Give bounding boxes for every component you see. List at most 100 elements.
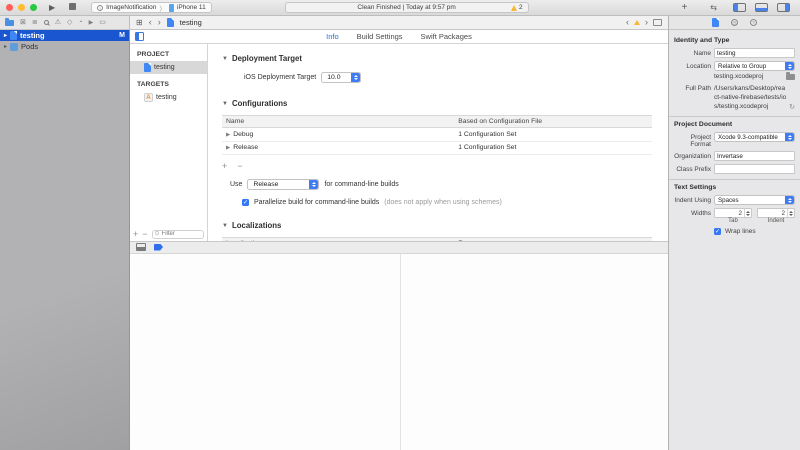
stepper-value: 2 [715, 210, 744, 217]
disclosure-triangle-icon[interactable]: ▸ [4, 32, 7, 39]
section-title: Localizations [232, 221, 281, 230]
section-title: Configurations [232, 99, 287, 108]
popup-arrows-icon [785, 133, 794, 141]
filter-field[interactable]: ⊙ [152, 230, 204, 239]
editor-layout-icon[interactable] [653, 19, 662, 26]
issue-navigator-icon[interactable]: ⚠ [55, 19, 61, 26]
parallelize-label: Parallelize build for command-line build… [254, 199, 379, 206]
project-file-icon [10, 31, 17, 40]
column-header-config-file[interactable]: Based on Configuration File [454, 116, 652, 128]
tab-info[interactable]: Info [326, 32, 339, 41]
breakpoint-navigator-icon[interactable]: ▶ [89, 20, 94, 26]
debug-area-divider[interactable] [400, 254, 401, 450]
project-format-popup[interactable]: Xcode 9.3-compatible [714, 132, 795, 142]
collapse-section-icon[interactable]: ▼ [222, 223, 228, 229]
disclosure-triangle-icon[interactable]: ▶ [226, 132, 230, 138]
organization-field[interactable] [714, 151, 795, 161]
zoom-window-button[interactable] [30, 4, 37, 11]
editor-arrangement-icon[interactable]: ⇆ [710, 4, 717, 12]
tab-build-settings[interactable]: Build Settings [357, 32, 403, 41]
run-button[interactable]: ▶ [49, 4, 55, 12]
organization-label: Organization [674, 151, 714, 160]
minimize-window-button[interactable] [18, 4, 25, 11]
tab-swift-packages[interactable]: Swift Packages [421, 32, 472, 41]
related-items-icon[interactable]: ⊞ [136, 19, 143, 27]
widths-label: Widths [674, 208, 714, 217]
reveal-path-icon[interactable]: ↻ [789, 104, 795, 111]
open-in-finder-icon[interactable] [786, 74, 795, 80]
ios-deployment-target-popup[interactable]: 10.0 [321, 72, 361, 83]
warning-count-button[interactable]: 2 [511, 4, 523, 11]
stepper-arrows-icon[interactable] [787, 209, 794, 217]
column-header-name[interactable]: Name [222, 116, 454, 128]
file-inspector-icon[interactable] [712, 18, 719, 27]
go-forward-button[interactable]: › [158, 18, 161, 27]
go-back-button[interactable]: ‹ [149, 18, 152, 27]
jumpbar-file-name[interactable]: testing [180, 18, 202, 27]
navigator-item-pods[interactable]: ▸ Pods [0, 41, 129, 52]
debug-navigator-icon[interactable]: ◔ [78, 19, 82, 26]
project-header: PROJECT [130, 44, 207, 61]
collapse-section-icon[interactable]: ▼ [222, 101, 228, 107]
add-target-button[interactable]: + [133, 230, 138, 239]
report-navigator-icon[interactable]: ▭ [99, 19, 106, 26]
previous-issue-button[interactable]: ‹ [626, 18, 629, 27]
source-control-navigator-icon[interactable]: ⊠ [20, 19, 26, 26]
section-title: Deployment Target [232, 54, 302, 63]
name-field[interactable] [714, 48, 795, 58]
table-row[interactable]: ▶Debug 1 Configuration Set [222, 128, 652, 142]
parallelize-checkbox[interactable] [242, 199, 249, 206]
use-label: Use [230, 181, 242, 188]
stop-button[interactable] [69, 3, 76, 12]
symbol-navigator-icon[interactable]: ≣ [32, 19, 38, 26]
editor-header: Info Build Settings Swift Packages [130, 30, 668, 44]
full-path-label: Full Path [674, 83, 714, 92]
tab-caption: Tab [714, 218, 752, 224]
navigator-item-label: testing [20, 31, 45, 40]
project-item-testing[interactable]: testing [130, 61, 207, 74]
stepper-arrows-icon[interactable] [744, 209, 751, 217]
toggle-navigator-button[interactable] [733, 3, 746, 12]
project-item-label: testing [154, 64, 175, 71]
add-configuration-button[interactable]: + [222, 162, 227, 171]
hide-debug-area-icon[interactable] [136, 243, 146, 251]
find-navigator-icon[interactable] [44, 20, 49, 25]
project-format-label: Project Format [674, 132, 714, 148]
history-inspector-icon[interactable]: ◷ [731, 19, 738, 26]
project-targets-pane: PROJECT testing TARGETS A testing + − ⊙ [130, 44, 208, 241]
scheme-selector[interactable]: i ImageNotification 〉 iPhone 11 [91, 2, 212, 13]
remove-target-button[interactable]: − [142, 230, 147, 239]
indent-width-stepper[interactable]: 2 [757, 208, 795, 218]
indent-using-popup[interactable]: Spaces [714, 195, 795, 205]
test-navigator-icon[interactable]: ◇ [67, 19, 72, 26]
project-editor: Info Build Settings Swift Packages PROJE… [130, 30, 668, 450]
quick-help-inspector-icon[interactable]: ? [750, 19, 757, 26]
class-prefix-field[interactable] [714, 164, 795, 174]
tab-width-stepper[interactable]: 2 [714, 208, 752, 218]
disclosure-triangle-icon[interactable]: ▸ [4, 43, 7, 50]
popup-value: Spaces [715, 197, 742, 204]
jump-bar: ⊞ ‹ › testing ‹ › [130, 16, 668, 30]
disclosure-triangle-icon[interactable]: ▶ [226, 145, 230, 151]
next-issue-button[interactable]: › [645, 18, 648, 27]
text-settings-section-title: Text Settings [674, 184, 795, 191]
collapse-section-icon[interactable]: ▼ [222, 56, 228, 62]
target-item-testing[interactable]: A testing [130, 91, 207, 104]
add-editor-button[interactable]: + [681, 3, 687, 13]
project-navigator-icon[interactable] [5, 20, 14, 26]
navigator-item-testing[interactable]: ▸ testing M [0, 30, 129, 41]
command-line-config-popup[interactable]: Release [247, 179, 319, 190]
popup-value: Relative to Group [715, 63, 769, 70]
popup-arrows-icon [309, 180, 318, 189]
remove-configuration-button[interactable]: − [237, 162, 242, 171]
wrap-lines-checkbox[interactable] [714, 228, 721, 235]
location-popup[interactable]: Relative to Group [714, 61, 795, 71]
table-row[interactable]: ▶Release 1 Configuration Set [222, 141, 652, 155]
close-window-button[interactable] [6, 4, 13, 11]
filter-input[interactable] [162, 231, 201, 237]
breakpoints-toggle-icon[interactable] [154, 244, 163, 251]
toggle-debug-area-button[interactable] [755, 3, 768, 12]
toggle-inspector-button[interactable] [777, 3, 790, 12]
identity-section-title: Identity and Type [674, 37, 795, 44]
wrap-lines-label: Wrap lines [725, 228, 756, 235]
